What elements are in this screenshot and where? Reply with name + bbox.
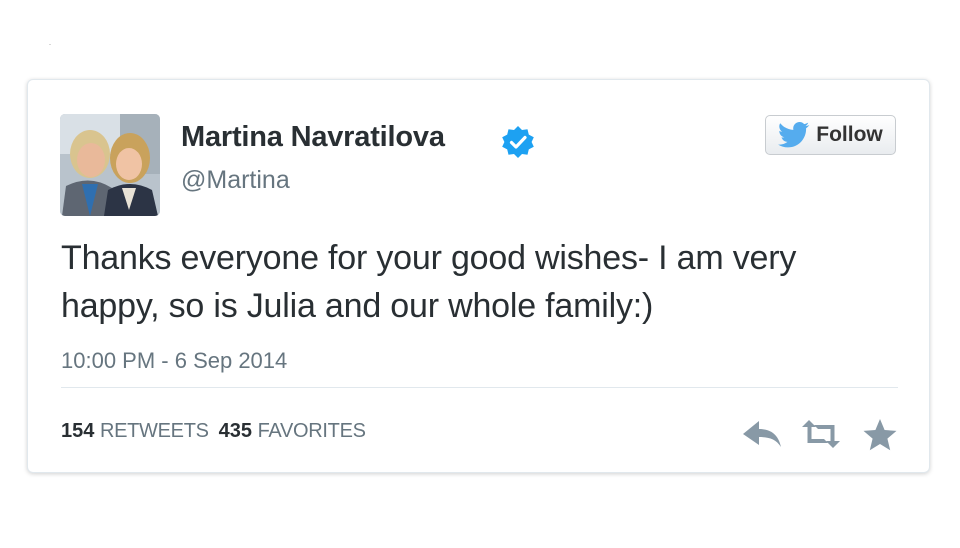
avatar-photo — [60, 114, 160, 216]
favorite-icon[interactable] — [862, 418, 898, 452]
favorites-stat[interactable]: 435 FAVORITES — [219, 420, 366, 442]
tweet-stats: 154 RETWEETS 435 FAVORITES — [61, 420, 376, 443]
favorites-label: FAVORITES — [257, 420, 366, 442]
verified-badge-icon — [502, 126, 534, 158]
tweet-timestamp[interactable]: 10:00 PM - 6 Sep 2014 — [61, 348, 287, 374]
author-name[interactable]: Martina Navratilova — [181, 121, 445, 154]
reply-icon[interactable] — [741, 418, 783, 450]
retweets-count: 154 — [61, 420, 95, 442]
favorites-count: 435 — [218, 420, 253, 442]
retweet-icon[interactable] — [800, 418, 842, 450]
decorative-dot — [49, 44, 51, 45]
follow-button-label: Follow — [816, 123, 883, 146]
author-handle[interactable]: @Martina — [181, 166, 290, 195]
follow-button[interactable]: Follow — [765, 115, 896, 155]
tweet-card: Martina Navratilova @Martina Follow Than… — [27, 79, 930, 473]
retweets-label: RETWEETS — [99, 420, 209, 442]
divider — [61, 387, 898, 388]
avatar[interactable] — [60, 114, 160, 216]
retweets-stat[interactable]: 154 RETWEETS — [61, 420, 209, 442]
tweet-text: Thanks everyone for your good wishes- I … — [61, 239, 797, 325]
twitter-bird-icon — [778, 122, 810, 148]
